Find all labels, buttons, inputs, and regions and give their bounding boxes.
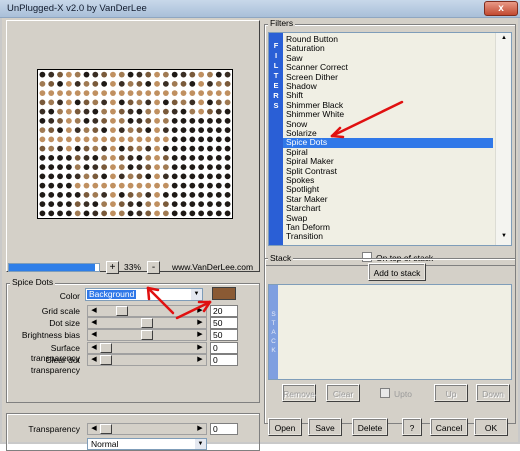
title-bar[interactable]: UnPlugged-X v2.0 by VanDerLee x [0,0,520,18]
window-title: UnPlugged-X v2.0 by VanDerLee [7,3,147,14]
client-area: + 33% - www.VanDerLee.com Spice Dots Col… [2,18,518,451]
plugin-window: UnPlugged-X v2.0 by VanDerLee x + 33% - … [0,0,520,451]
close-button[interactable]: x [484,1,518,16]
close-icon: x [498,3,504,14]
annotation-arrows [146,100,404,320]
